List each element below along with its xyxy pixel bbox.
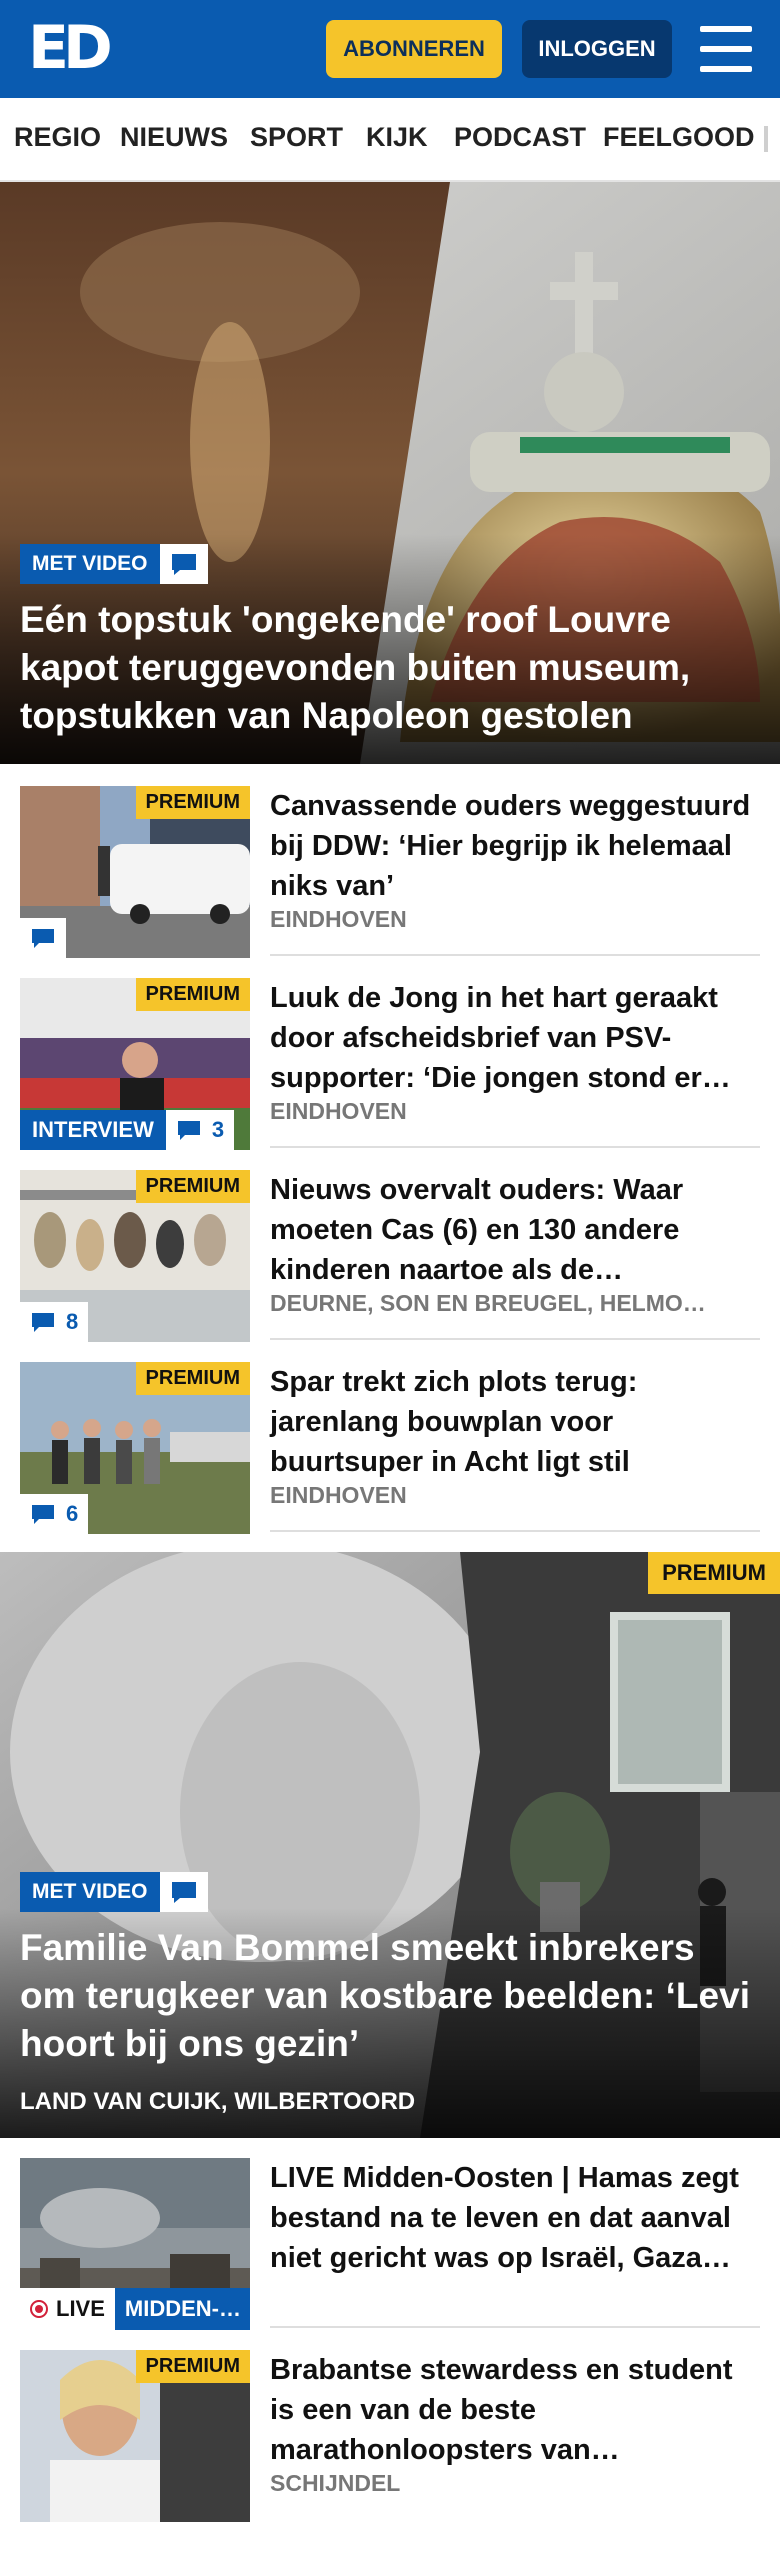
comment-icon (32, 1505, 54, 1524)
nav-item-feelgood[interactable]: FEELGOOD (603, 122, 755, 153)
video-badge: MET VIDEO (20, 1872, 208, 1912)
article-headline[interactable]: Nieuws overvalt ouders: Waar moeten Cas … (270, 1170, 760, 1290)
hero-headline[interactable]: Eén topstuk 'ongekende' roof Louvre kapo… (20, 596, 760, 740)
hero-headline[interactable]: Familie Van Bommel smeekt inbrekers om t… (20, 1924, 760, 2068)
comment-icon (32, 1313, 54, 1332)
article-location: DEURNE, SON EN BREUGEL, HELMO… (270, 1290, 706, 1316)
premium-badge: PREMIUM (135, 978, 250, 1011)
comment-icon (159, 1872, 208, 1912)
article-location: EINDHOVEN (270, 1098, 407, 1124)
comment-count: 8 (66, 1309, 79, 1334)
comment-icon (159, 544, 208, 584)
comment-badge[interactable] (20, 918, 66, 958)
article-card[interactable]: PREMIUM Canvassende ouders wegge­stuurd … (0, 766, 780, 958)
premium-badge: PREMIUM (135, 1170, 250, 1203)
comment-badge[interactable]: 6 (20, 1494, 89, 1534)
article-thumbnail: PREMIUM 8 (20, 1170, 250, 1342)
login-button[interactable]: INLOGGEN (522, 20, 672, 78)
article-card[interactable]: PREMIUM 8 Nieuws overvalt ouders: Waar m… (0, 1150, 780, 1342)
premium-badge: PREMIUM (648, 1552, 780, 1594)
article-headline[interactable]: Luuk de Jong in het hart geraakt door af… (270, 978, 760, 1098)
comment-badge[interactable]: 8 (20, 1302, 89, 1342)
nav-item-regio[interactable]: REGIO (14, 122, 101, 153)
video-badge: MET VIDEO (20, 544, 208, 584)
article-headline[interactable]: Canvassende ouders wegge­stuurd bij DDW:… (270, 786, 760, 906)
hero-article-van-bommel[interactable]: PREMIUM MET VIDEO Familie Van Bommel sme… (0, 1552, 780, 2138)
nav-item-podcast[interactable]: PODCAST (454, 122, 586, 153)
comment-count: 6 (66, 1501, 79, 1526)
nav-overflow-indicator (764, 126, 768, 152)
premium-badge: PREMIUM (135, 2350, 250, 2383)
article-headline[interactable]: Spar trekt zich plots terug: jarenlang b… (270, 1362, 760, 1482)
comment-icon (32, 929, 54, 948)
hero-article-louvre[interactable]: MET VIDEO Eén topstuk 'ongekende' roof L… (0, 182, 780, 764)
section-nav: REGIO NIEUWS SPORT KIJK PODCAST FEELGOOD (0, 98, 780, 182)
nav-item-kijk[interactable]: KIJK (366, 122, 428, 153)
live-dot-icon (30, 2300, 48, 2318)
live-badge[interactable]: LIVE MIDDEN-… (20, 2288, 250, 2330)
article-card[interactable]: PREMIUM Brabantse stewardess en student … (0, 2330, 780, 2522)
article-card[interactable]: PREMIUM 6 Spar trekt zich plots terug: j… (0, 1342, 780, 1534)
article-location: SCHIJNDEL (270, 2470, 401, 2496)
nav-item-sport[interactable]: SPORT (250, 122, 343, 153)
comment-icon (177, 1121, 200, 1140)
article-headline[interactable]: Brabantse stewardess en student is een v… (270, 2350, 760, 2470)
article-thumbnail: LIVE MIDDEN-… (20, 2158, 250, 2330)
nav-item-nieuws[interactable]: NIEUWS (120, 122, 228, 153)
article-thumbnail: PREMIUM INTERVIEW 3 (20, 978, 250, 1150)
interview-badge[interactable]: INTERVIEW 3 (20, 1110, 235, 1150)
article-thumbnail: PREMIUM (20, 786, 250, 958)
article-thumbnail: PREMIUM (20, 2350, 250, 2522)
article-location: EINDHOVEN (270, 1482, 407, 1508)
article-card[interactable]: PREMIUM INTERVIEW 3 Luuk de Jong in het … (0, 958, 780, 1150)
article-headline[interactable]: LIVE Midden-Oosten | Hamas zegt bestand … (270, 2158, 760, 2278)
hamburger-icon[interactable] (700, 26, 752, 72)
live-article-card[interactable]: LIVE MIDDEN-… LIVE Midden-Oosten | Hamas… (0, 2138, 780, 2330)
comment-count: 3 (211, 1117, 225, 1142)
article-thumbnail: PREMIUM 6 (20, 1362, 250, 1534)
ed-logo[interactable]: ED (28, 18, 113, 78)
subscribe-button[interactable]: ABONNEREN (326, 20, 502, 78)
premium-badge: PREMIUM (135, 786, 250, 819)
article-location: EINDHOVEN (270, 906, 407, 932)
premium-badge: PREMIUM (135, 1362, 250, 1395)
site-header: ED ABONNEREN INLOGGEN (0, 0, 780, 98)
live-topic-label: MIDDEN-… (114, 2288, 250, 2330)
hero-location: LAND VAN CUIJK, WILBERTOORD (20, 2088, 416, 2115)
